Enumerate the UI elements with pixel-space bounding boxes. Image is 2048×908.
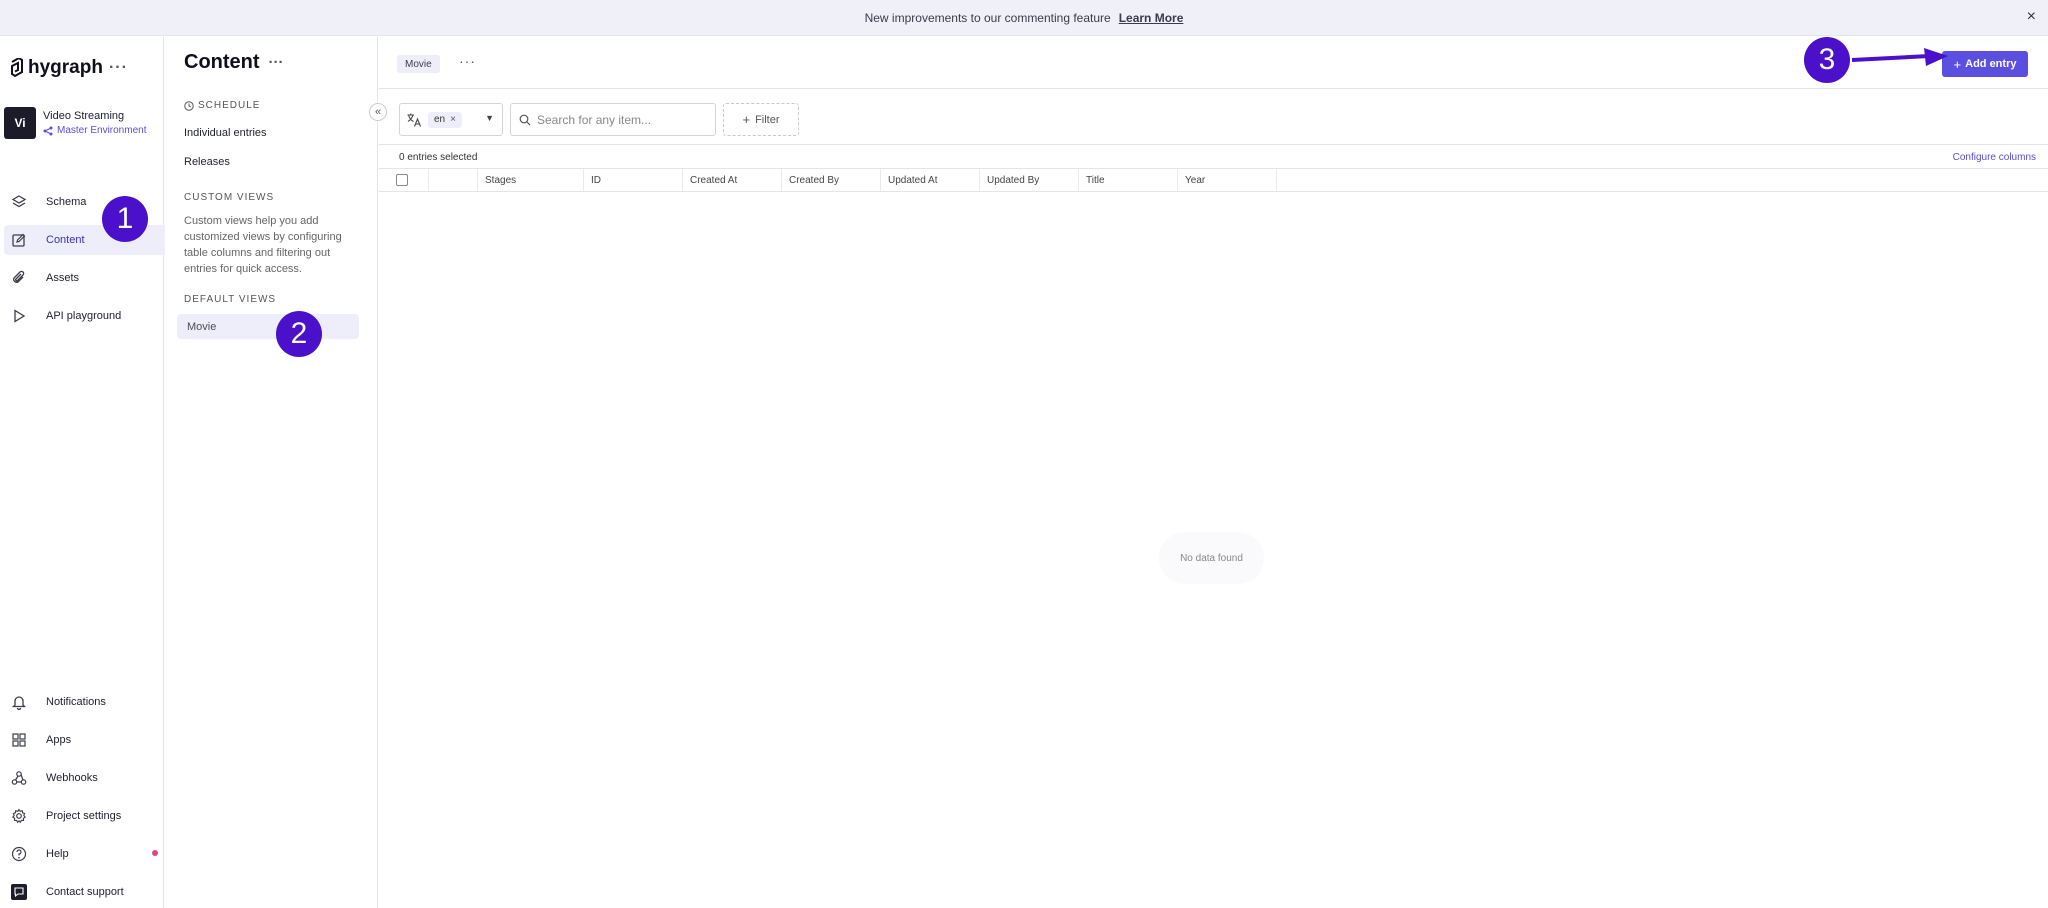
- sidebar-item-label: API playground: [46, 310, 122, 322]
- content-panel: Content ··· SCHEDULE Individual entries …: [165, 37, 378, 908]
- paperclip-icon: [10, 269, 28, 287]
- collapse-panel-button[interactable]: «: [369, 103, 387, 121]
- panel-menu-icon[interactable]: ···: [269, 54, 284, 71]
- select-all-checkbox[interactable]: [396, 174, 408, 186]
- locale-chip-en: en ×: [428, 111, 462, 128]
- project-avatar: Vi: [4, 107, 36, 139]
- remove-locale-icon[interactable]: ×: [450, 114, 456, 125]
- individual-entries-link[interactable]: Individual entries: [184, 127, 267, 139]
- sidebar-item-webhooks[interactable]: Webhooks: [4, 763, 168, 793]
- clock-icon: [184, 100, 194, 111]
- webhook-icon: [10, 769, 28, 787]
- close-icon[interactable]: ×: [2027, 8, 2036, 26]
- sidebar-item-help[interactable]: Help: [4, 839, 168, 869]
- plus-icon: +: [1953, 56, 1962, 72]
- sidebar-item-label: Apps: [46, 734, 72, 746]
- default-view-movie[interactable]: Movie: [177, 314, 359, 339]
- sidebar-item-apps[interactable]: Apps: [4, 725, 168, 755]
- sidebar-item-label: Webhooks: [46, 772, 98, 784]
- annotation-badge-2: 2: [276, 311, 322, 357]
- column-spacer: [428, 169, 468, 191]
- main-topbar: Movie ··· + Add entry: [379, 37, 2048, 89]
- schedule-section-label: SCHEDULE: [184, 100, 260, 111]
- brand-menu-icon[interactable]: ···: [109, 59, 128, 77]
- column-header-updated-by[interactable]: Updated By: [979, 169, 1078, 191]
- gear-icon: [10, 807, 28, 825]
- sidebar-item-label: Notifications: [46, 696, 106, 708]
- chat-icon: [10, 883, 28, 901]
- empty-state: No data found: [1159, 532, 1264, 584]
- layers-icon: [10, 193, 28, 211]
- main-sidebar: hygraph ··· Vi Video Streaming Master En…: [0, 37, 168, 908]
- environment-label[interactable]: Master Environment: [43, 125, 146, 136]
- sidebar-item-label: Content: [46, 234, 85, 246]
- selected-count: 0 entries selected: [399, 152, 478, 163]
- custom-views-description: Custom views help you add customized vie…: [184, 215, 342, 275]
- edit-icon: [10, 231, 28, 249]
- model-menu-icon[interactable]: ···: [459, 53, 476, 69]
- column-header-title[interactable]: Title: [1078, 169, 1177, 191]
- learn-more-link[interactable]: Learn More: [1119, 11, 1184, 25]
- sidebar-item-label: Project settings: [46, 810, 122, 822]
- sidebar-item-label: Contact support: [46, 886, 124, 898]
- branch-icon: [43, 126, 53, 135]
- table-header: Stages ID Created At Created By Updated …: [379, 168, 2048, 192]
- column-header-updated-at[interactable]: Updated At: [880, 169, 979, 191]
- content-toolbar: en × ▼ + Filter: [379, 89, 2048, 145]
- help-icon: [10, 845, 28, 863]
- project-switcher[interactable]: Vi Video Streaming Master Environment: [4, 107, 146, 139]
- column-header-created-by[interactable]: Created By: [781, 169, 880, 191]
- select-all-cell: [389, 169, 419, 191]
- sidebar-item-label: Schema: [46, 196, 87, 208]
- translate-icon: [407, 113, 422, 127]
- main-content: Movie ··· + Add entry en × ▼ + Filter 0 …: [379, 37, 2048, 908]
- sidebar-item-contact-support[interactable]: Contact support: [4, 877, 168, 907]
- sidebar-item-project-settings[interactable]: Project settings: [4, 801, 168, 831]
- selection-bar: 0 entries selected Configure columns: [379, 145, 2048, 168]
- locale-selector[interactable]: en × ▼: [399, 103, 503, 136]
- search-box[interactable]: [510, 103, 716, 136]
- default-views-label: DEFAULT VIEWS: [184, 294, 277, 305]
- model-tab-movie[interactable]: Movie: [397, 55, 440, 73]
- sidebar-item-assets[interactable]: Assets: [4, 263, 168, 293]
- filter-button[interactable]: + Filter: [723, 103, 799, 136]
- plus-icon: +: [742, 112, 751, 127]
- column-header-stages[interactable]: Stages: [477, 169, 583, 191]
- banner-message: New improvements to our commenting featu…: [864, 10, 1111, 25]
- sidebar-item-label: Help: [46, 848, 69, 860]
- chevron-down-icon[interactable]: ▼: [485, 113, 494, 123]
- annotation-arrow-icon: [1851, 48, 1948, 66]
- column-filler: [1276, 169, 2036, 191]
- sidebar-item-api-playground[interactable]: API playground: [4, 301, 168, 331]
- panel-title: Content ···: [184, 51, 284, 73]
- configure-columns-link[interactable]: Configure columns: [1953, 152, 2036, 163]
- add-entry-button[interactable]: + Add entry: [1942, 51, 2028, 77]
- grid-icon: [10, 731, 28, 749]
- annotation-badge-3: 3: [1804, 37, 1850, 83]
- play-icon: [10, 307, 28, 325]
- custom-views-label: CUSTOM VIEWS: [184, 192, 275, 203]
- announcement-banner: New improvements to our commenting featu…: [0, 0, 2048, 36]
- sidebar-item-notifications[interactable]: Notifications: [4, 687, 168, 717]
- search-icon: [519, 114, 531, 125]
- column-header-year[interactable]: Year: [1177, 169, 1276, 191]
- hygraph-logo-icon: [11, 58, 23, 78]
- column-header-id[interactable]: ID: [583, 169, 682, 191]
- releases-link[interactable]: Releases: [184, 156, 230, 168]
- sidebar-item-label: Assets: [46, 272, 80, 284]
- project-name: Video Streaming: [43, 110, 125, 122]
- column-header-created-at[interactable]: Created At: [682, 169, 781, 191]
- search-input[interactable]: [537, 112, 707, 127]
- annotation-badge-1: 1: [102, 196, 148, 242]
- bell-icon: [10, 693, 28, 711]
- notification-dot: [152, 850, 158, 856]
- brand-logo[interactable]: hygraph ···: [10, 57, 128, 79]
- brand-name: hygraph: [28, 57, 103, 78]
